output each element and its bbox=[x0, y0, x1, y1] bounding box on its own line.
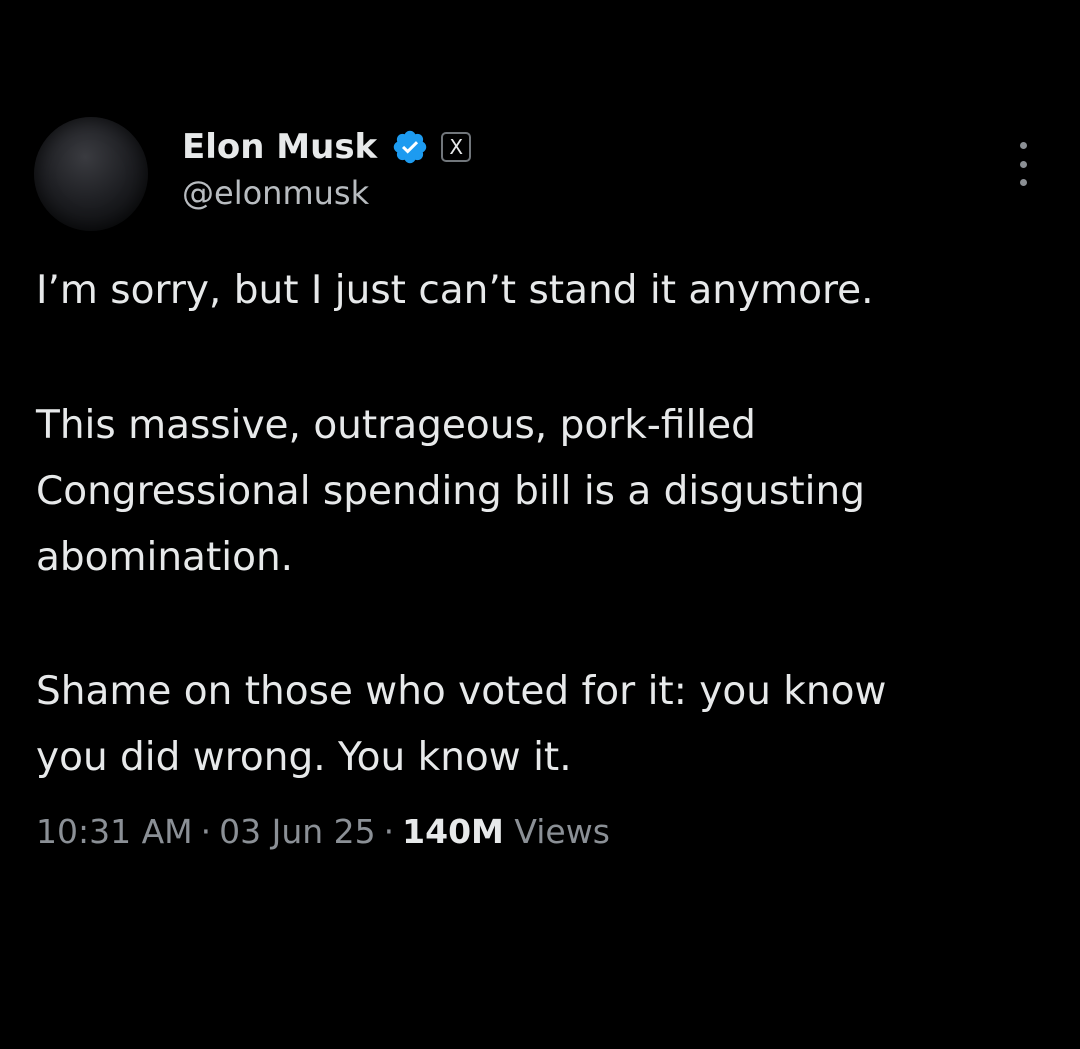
tweet-text-line: abomination. bbox=[36, 535, 294, 580]
tweet-text-line: I’m sorry, but I just can’t stand it any… bbox=[36, 268, 874, 313]
more-dot bbox=[1019, 179, 1027, 186]
meta-separator: · bbox=[200, 812, 212, 851]
tweet-meta: 10:31 AM · 03 Jun 25 · 140M Views bbox=[36, 812, 610, 851]
more-dot bbox=[1019, 160, 1027, 168]
tweet-time[interactable]: 10:31 AM bbox=[36, 812, 193, 851]
author-name-row: Elon Musk X bbox=[182, 122, 472, 172]
x-affiliation-icon[interactable]: X bbox=[441, 132, 472, 162]
avatar[interactable] bbox=[34, 117, 148, 231]
tweet-detail: Elon Musk X @elonmusk I’m sorry, but I j… bbox=[0, 0, 1080, 1049]
tweet-date[interactable]: 03 Jun 25 bbox=[219, 812, 376, 851]
more-dot bbox=[1019, 142, 1027, 149]
author-display-name[interactable]: Elon Musk bbox=[182, 127, 377, 167]
views-count[interactable]: 140M bbox=[402, 812, 504, 851]
tweet-text-line: Shame on those who voted for it: you kno… bbox=[36, 669, 887, 714]
x-affiliation-label: X bbox=[449, 135, 464, 159]
tweet-text-line: you did wrong. You know it. bbox=[36, 735, 572, 780]
views-label: Views bbox=[514, 812, 610, 851]
verified-badge-icon[interactable] bbox=[391, 128, 429, 166]
tweet-text-line: This massive, outrageous, pork-filled bbox=[36, 403, 756, 448]
tweet-text-line: Congressional spending bill is a disgust… bbox=[36, 469, 865, 514]
meta-separator: · bbox=[383, 812, 395, 851]
tweet-text-paragraph-3: Shame on those who voted for it: you kno… bbox=[36, 659, 1066, 791]
author-handle[interactable]: @elonmusk bbox=[182, 174, 369, 212]
more-options-icon[interactable] bbox=[1008, 142, 1038, 186]
tweet-text-paragraph-1: I’m sorry, but I just can’t stand it any… bbox=[36, 258, 1066, 324]
tweet-text-paragraph-2: This massive, outrageous, pork-filled Co… bbox=[36, 393, 1066, 591]
